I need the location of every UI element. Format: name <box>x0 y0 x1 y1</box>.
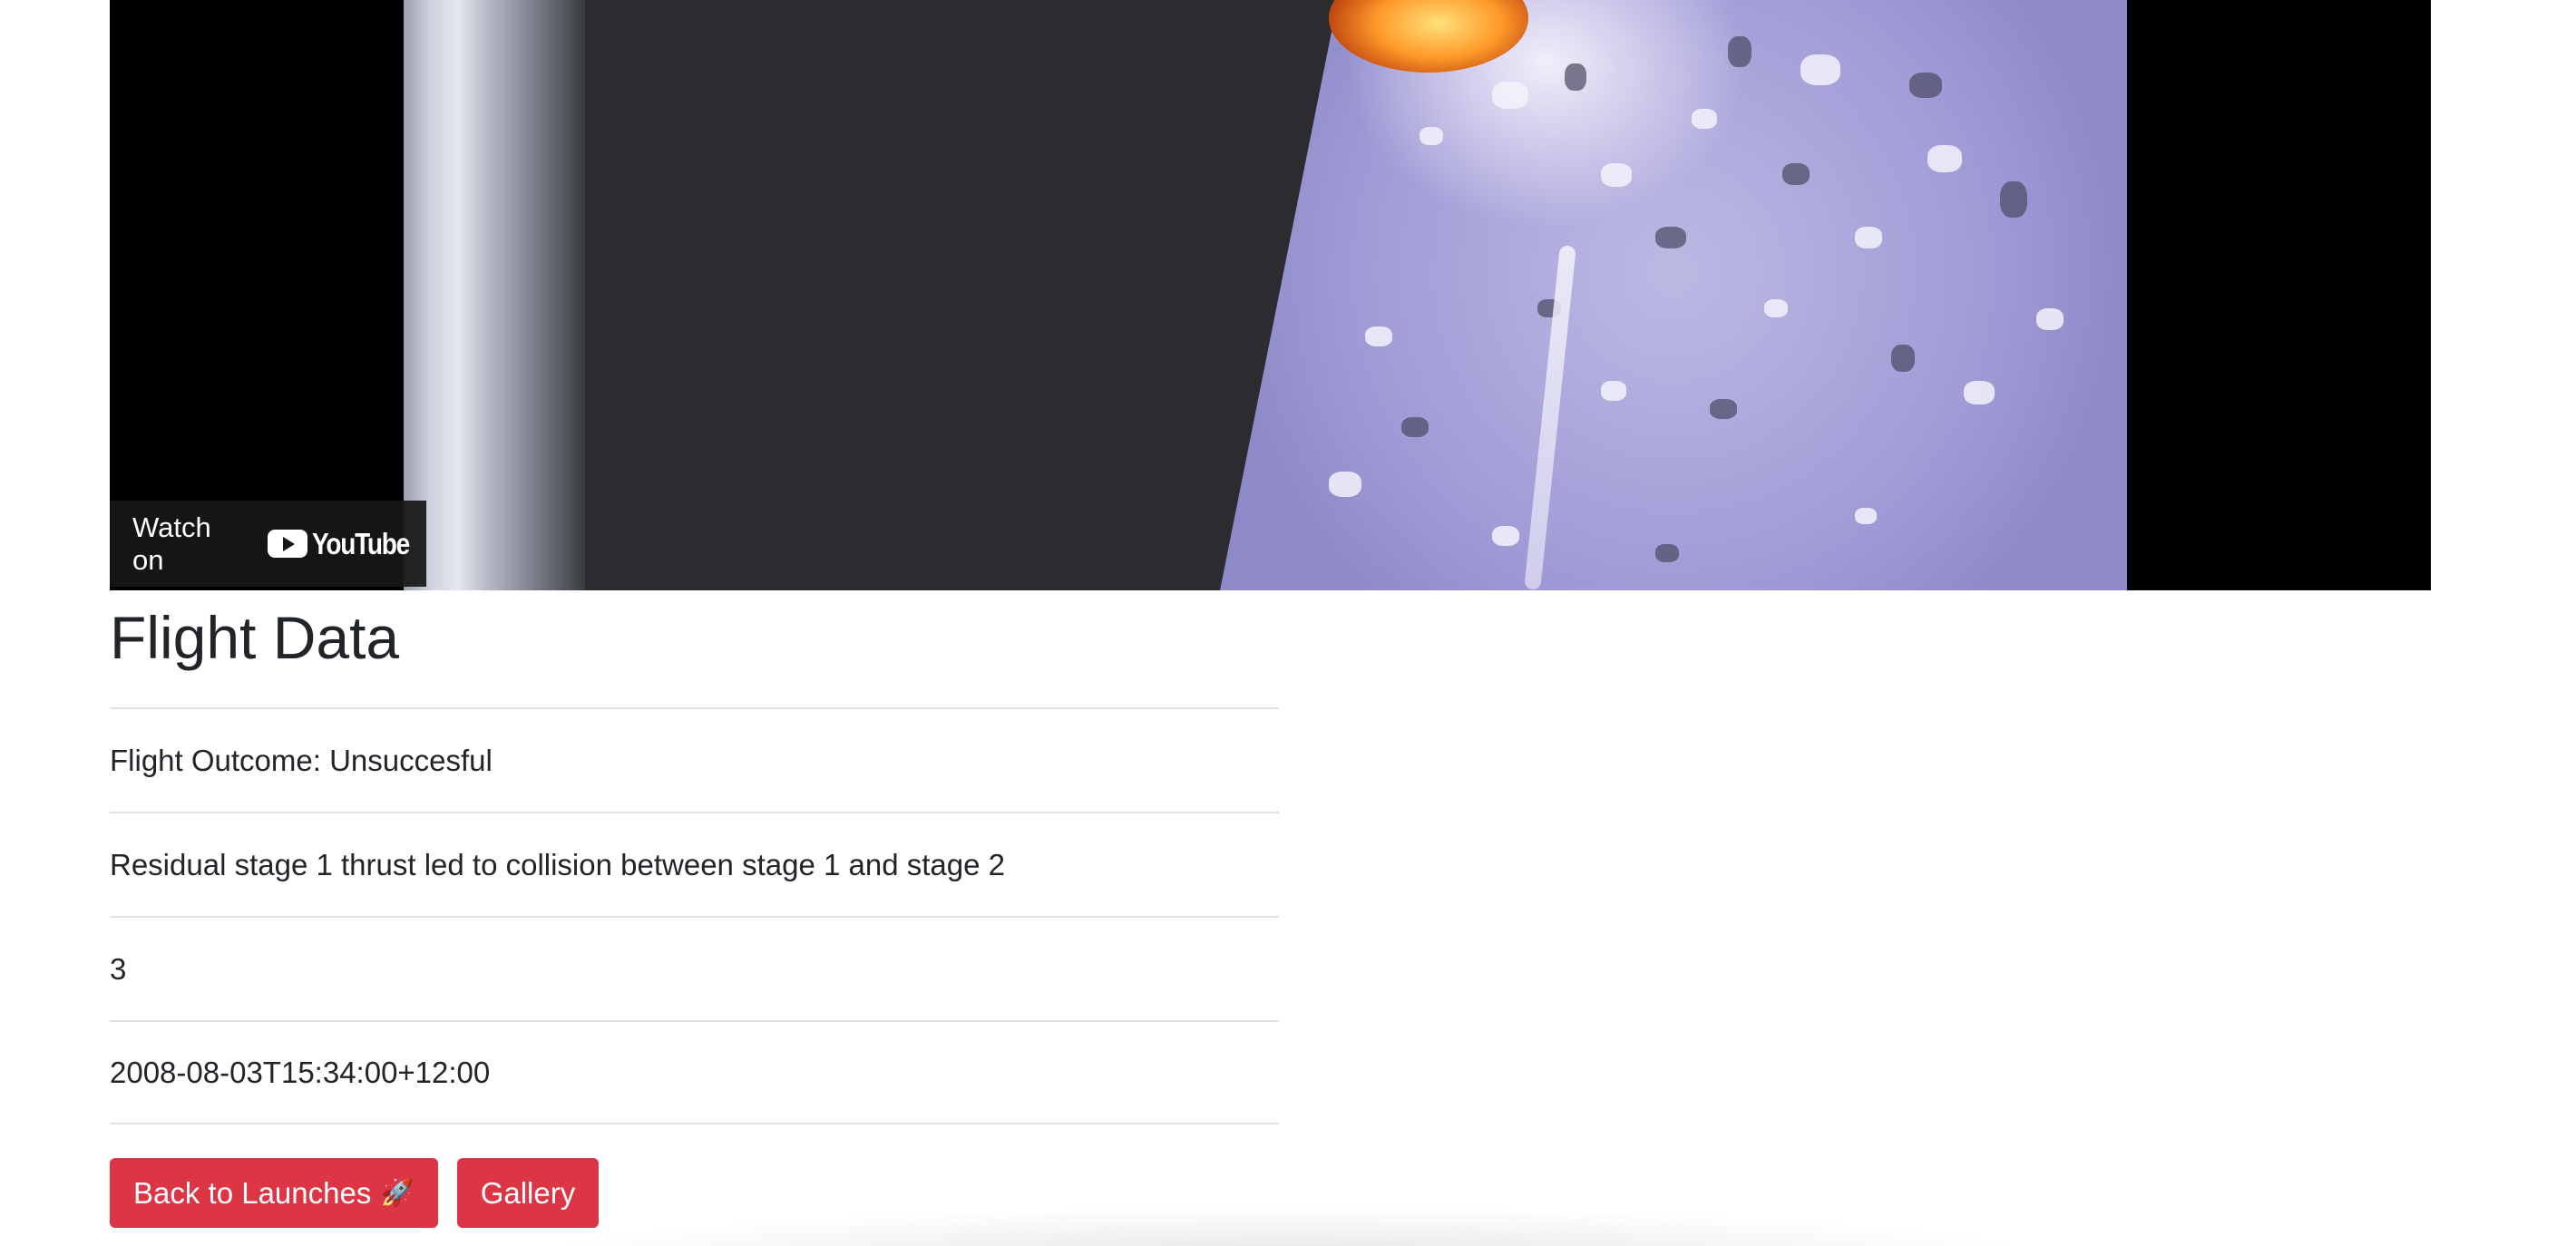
back-to-launches-button[interactable]: Back to Launches 🚀 <box>110 1158 438 1228</box>
watch-on-youtube-button[interactable]: Watch on YouTube <box>110 501 426 587</box>
gallery-label: Gallery <box>480 1175 576 1210</box>
launch-detail-page: Watch on YouTube Flight Data Flight Outc… <box>0 0 2576 1246</box>
flight-number-item: 3 <box>110 916 1279 1020</box>
flight-data-list: Flight Outcome: Unsuccesful Residual sta… <box>110 707 1279 1124</box>
video-frame[interactable] <box>404 0 2127 590</box>
failure-details-item: Residual stage 1 thrust led to collision… <box>110 812 1279 916</box>
video-background-image <box>1220 0 2127 590</box>
back-to-launches-label: Back to Launches <box>133 1175 372 1210</box>
action-buttons: Back to Launches 🚀 Gallery <box>110 1158 600 1228</box>
watch-on-label: Watch on <box>132 511 211 576</box>
rocket-icon: 🚀 <box>380 1177 415 1209</box>
youtube-play-icon <box>268 530 308 558</box>
bottom-shadow <box>508 1206 2068 1246</box>
flight-outcome-item: Flight Outcome: Unsuccesful <box>110 707 1279 812</box>
launch-date-item: 2008-08-03T15:34:00+12:00 <box>110 1020 1279 1124</box>
flight-data-heading: Flight Data <box>110 604 400 671</box>
youtube-wordmark: YouTube <box>312 526 410 560</box>
youtube-logo: YouTube <box>268 527 426 561</box>
gallery-button[interactable]: Gallery <box>456 1158 600 1228</box>
youtube-video-embed[interactable]: Watch on YouTube <box>110 0 2431 590</box>
